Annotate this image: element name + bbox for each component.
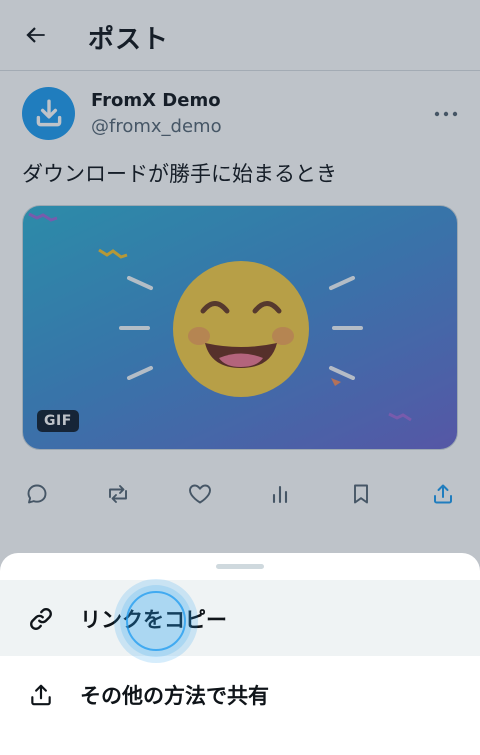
share-other-label: その他の方法で共有: [80, 684, 269, 708]
copy-link-item[interactable]: リンクをコピー: [0, 580, 480, 656]
share-other-item[interactable]: その他の方法で共有: [0, 656, 480, 732]
share-icon: [31, 684, 51, 706]
share-sheet: リンクをコピー その他の方法で共有: [0, 553, 480, 755]
link-icon: [30, 608, 52, 630]
link-icon-wrap: [26, 604, 56, 634]
post-screen: ポスト FromX Demo @fromx_demo ダウンロードが勝手に始まる…: [0, 0, 480, 755]
tap-indicator-ring: [126, 591, 186, 651]
share-icon-wrap: [26, 680, 56, 710]
sheet-grabber[interactable]: [216, 564, 264, 569]
